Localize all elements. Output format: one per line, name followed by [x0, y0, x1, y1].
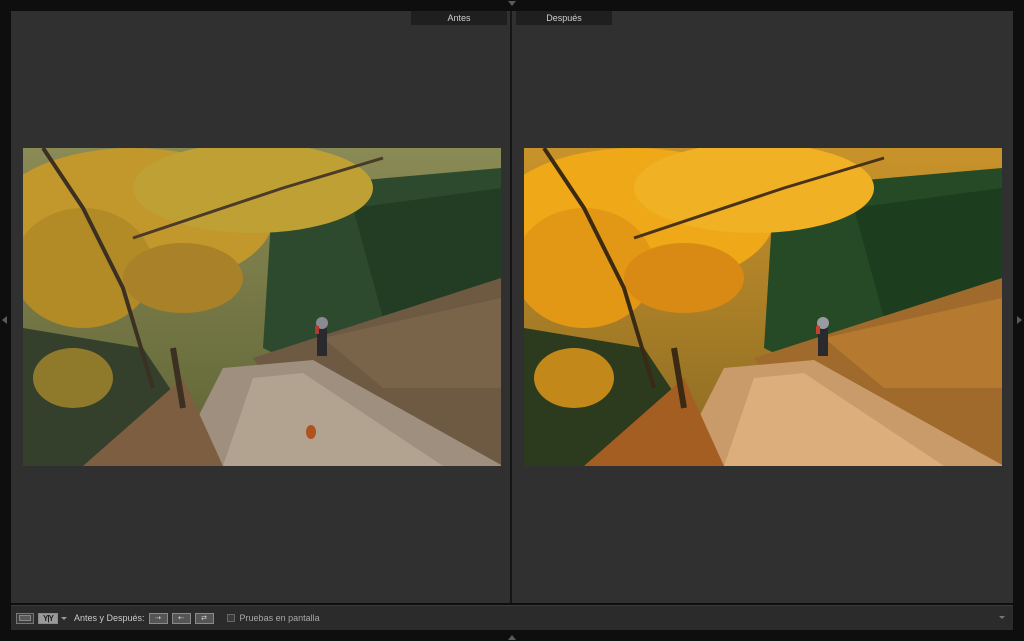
copy-before-to-after-button[interactable]: ⇢: [148, 612, 168, 624]
top-panel-toggle-icon[interactable]: [508, 1, 516, 6]
after-label: Después: [516, 11, 612, 25]
toolbar-options-icon[interactable]: [999, 616, 1005, 619]
photo-before[interactable]: [23, 148, 501, 466]
photo-after-image: [524, 148, 1002, 466]
before-label: Antes: [411, 11, 507, 25]
photo-after[interactable]: [524, 148, 1002, 466]
view-mode-dropdown-icon[interactable]: [61, 616, 67, 620]
loupe-view-icon[interactable]: [16, 612, 34, 624]
before-after-view-button[interactable]: Y|Y: [38, 612, 58, 624]
view-divider: [510, 11, 512, 603]
before-after-workspace: Antes Después: [11, 11, 1013, 603]
left-panel-toggle-icon[interactable]: [2, 316, 7, 324]
before-after-label: Antes y Después:: [74, 613, 145, 623]
copy-after-to-before-button[interactable]: ⇠: [171, 612, 191, 624]
swap-before-after-button[interactable]: ⇄: [194, 612, 214, 624]
soft-proof-label: Pruebas en pantalla: [239, 613, 320, 623]
bottom-panel-toggle-icon[interactable]: [508, 635, 516, 640]
photo-before-image: [23, 148, 501, 466]
soft-proof-checkbox[interactable]: [226, 614, 235, 622]
bottom-toolbar: Y|Y Antes y Después: ⇢ ⇠ ⇄ Pruebas en pa…: [11, 605, 1013, 630]
right-panel-toggle-icon[interactable]: [1017, 316, 1022, 324]
